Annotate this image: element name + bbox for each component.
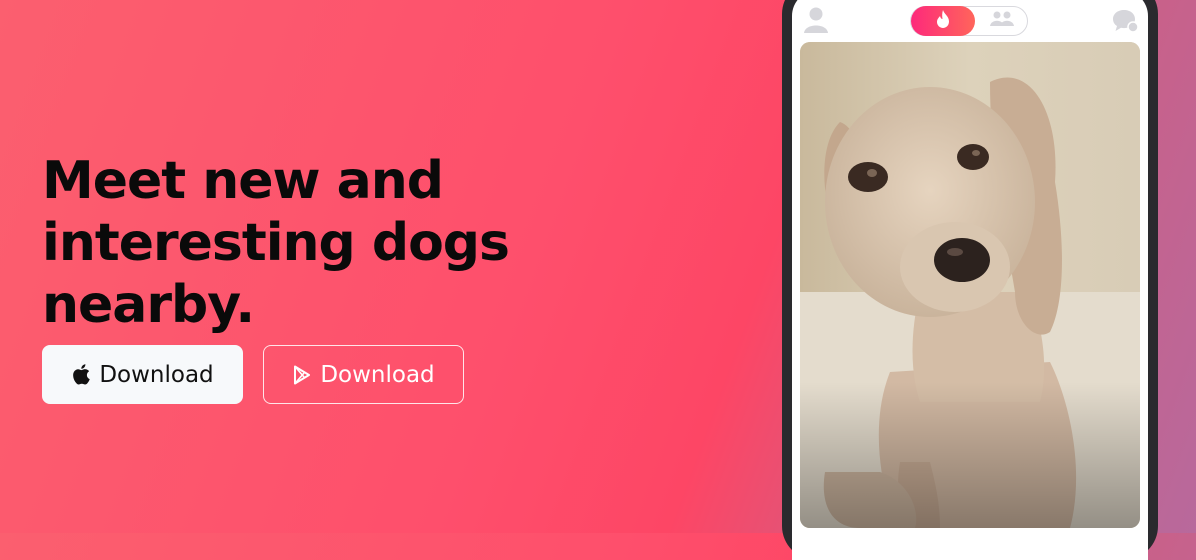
chat-icon[interactable] bbox=[1112, 8, 1140, 34]
apple-icon bbox=[71, 364, 91, 386]
phone-mockup bbox=[782, 0, 1158, 560]
profile-icon[interactable] bbox=[804, 6, 828, 34]
google-play-download-label: Download bbox=[320, 361, 435, 388]
google-play-icon bbox=[292, 364, 312, 386]
mode-toggle[interactable] bbox=[910, 6, 1028, 36]
app-topbar bbox=[792, 6, 1148, 40]
phone-screen bbox=[792, 0, 1148, 560]
toggle-active-segment[interactable] bbox=[911, 6, 975, 36]
app-store-download-label: Download bbox=[99, 361, 214, 388]
google-play-download-button[interactable]: Download bbox=[263, 345, 464, 404]
hero-title: Meet new and interesting dogs nearby. bbox=[42, 151, 510, 335]
profile-card[interactable] bbox=[800, 42, 1140, 528]
flame-icon bbox=[935, 9, 951, 34]
group-icon bbox=[989, 10, 1015, 33]
app-store-download-button[interactable]: Download bbox=[42, 345, 243, 404]
toggle-inactive-segment[interactable] bbox=[985, 11, 1019, 31]
dog-photo bbox=[800, 42, 1140, 528]
